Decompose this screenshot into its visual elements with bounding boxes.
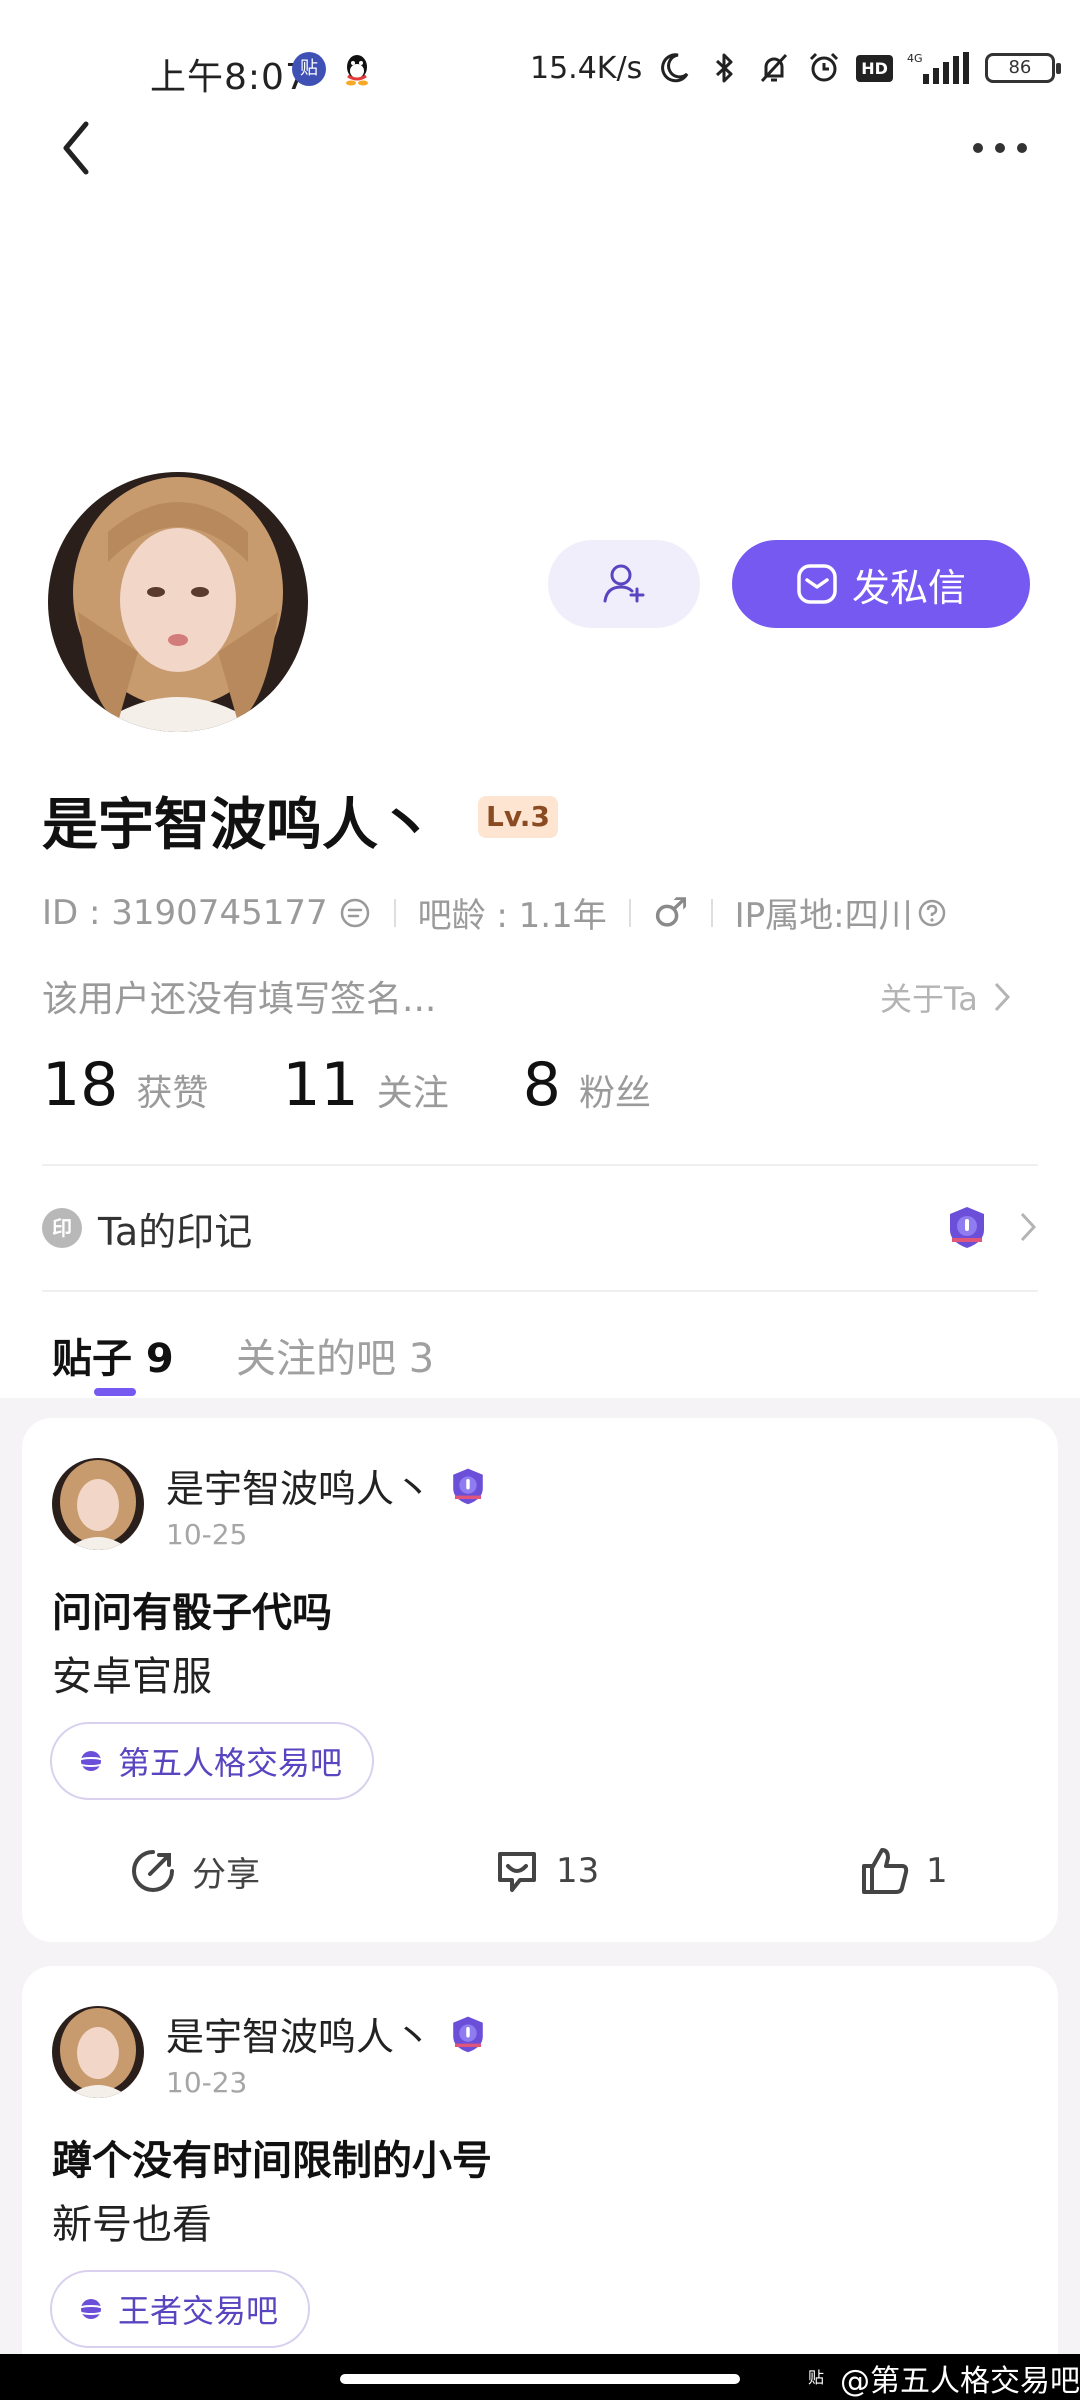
tieba-logo-icon: 贴	[800, 2362, 832, 2394]
comment-icon	[498, 1852, 536, 1892]
tab-posts[interactable]: 贴子 9	[52, 1326, 174, 1384]
tieba-notification-icon: 贴	[292, 52, 326, 86]
about-label: 关于Ta	[880, 980, 978, 1018]
ip-location: IP属地:四川	[734, 896, 913, 936]
post-author-name: 是宇智波鸣人丶	[166, 1467, 433, 1511]
comment-count: 13	[556, 1851, 600, 1891]
status-time: 上午8:07	[150, 57, 309, 98]
alarm-icon	[810, 52, 839, 82]
bluetooth-icon	[716, 53, 733, 83]
message-icon	[797, 564, 837, 604]
post-card[interactable]: 是宇智波鸣人丶 10-25 问问有骰子代吗 安卓官服 第五人格交易吧 分享 13…	[22, 1418, 1058, 1942]
likes-label: 获赞	[136, 1073, 209, 1114]
bar-age: 吧龄 : 1.1年	[417, 896, 607, 936]
status-right-cluster: 15.4K/s HD 4G 86	[530, 46, 1061, 90]
share-label: 分享	[192, 1854, 260, 1895]
post-card[interactable]: 是宇智波鸣人丶 10-23 蹲个没有时间限制的小号 新号也看 王者交易吧	[22, 1966, 1058, 2400]
stats-row: 18 获赞 11 关注 8 粉丝	[42, 1050, 725, 1120]
follow-button[interactable]	[548, 540, 700, 628]
profile-bio: 该用户还没有填写签名...	[42, 979, 437, 1020]
post-author[interactable]: 是宇智波鸣人丶	[166, 1458, 488, 1513]
meta-divider	[710, 898, 713, 927]
copy-id-icon[interactable]	[338, 896, 372, 930]
planet-icon	[76, 1751, 106, 1771]
send-message-label: 发私信	[851, 565, 966, 610]
more-options-icon[interactable]	[970, 130, 1030, 166]
following-label: 关注	[376, 1073, 449, 1114]
marks-row[interactable]: 印 Ta的印记	[42, 1196, 1038, 1260]
send-message-button[interactable]: 发私信	[732, 540, 1030, 628]
moon-icon	[661, 53, 689, 83]
forum-tag-label: 第五人格交易吧	[118, 1744, 343, 1782]
battery-icon: 86	[984, 53, 1061, 83]
badge-icon	[453, 1468, 483, 1504]
badge-icon	[950, 1207, 984, 1248]
post-title[interactable]: 问问有骰子代吗	[52, 1580, 332, 1638]
male-gender-icon: ♂	[652, 889, 689, 936]
marks-label: Ta的印记	[98, 1209, 253, 1254]
comment-button[interactable]: 13	[492, 1846, 599, 1896]
post-body[interactable]: 新号也看	[52, 2192, 212, 2250]
post-date: 10-23	[166, 2066, 248, 2099]
forum-tag[interactable]: 第五人格交易吧	[50, 1722, 375, 1800]
badge-icon	[453, 2016, 483, 2052]
post-author-name: 是宇智波鸣人丶	[166, 2015, 433, 2059]
post-author-avatar[interactable]	[52, 2006, 144, 2098]
like-count: 1	[926, 1851, 948, 1891]
post-actions: 分享 13 1	[22, 1836, 1058, 1906]
signal-icon: 4G	[907, 52, 969, 84]
level-badge: Lv.3	[478, 796, 558, 838]
marks-preview	[944, 1204, 1038, 1250]
following-count[interactable]: 11	[282, 1050, 358, 1120]
meta-divider	[628, 898, 631, 927]
share-icon	[132, 1850, 174, 1892]
add-friend-icon	[603, 564, 645, 603]
about-link[interactable]: 关于Ta	[880, 974, 1012, 1020]
likes-count[interactable]: 18	[42, 1050, 118, 1120]
network-speed: 15.4K/s	[530, 50, 643, 86]
followers-count[interactable]: 8	[523, 1050, 561, 1120]
hd-voice-icon: HD	[856, 54, 893, 82]
thumbs-up-icon	[862, 1848, 909, 1894]
section-divider	[42, 1290, 1038, 1292]
home-indicator[interactable]	[340, 2374, 740, 2384]
seal-icon: 印	[42, 1208, 82, 1248]
post-date: 10-25	[166, 1518, 248, 1551]
chevron-right-icon	[994, 982, 1010, 1012]
post-author-avatar[interactable]	[52, 1458, 144, 1550]
followers-label: 粉丝	[578, 1073, 651, 1114]
watermark: 贴 @第五人格交易吧	[800, 2356, 1080, 2400]
chevron-right-icon	[1020, 1212, 1037, 1242]
post-author[interactable]: 是宇智波鸣人丶	[166, 2006, 488, 2061]
mute-bell-icon	[761, 53, 788, 83]
forum-tag[interactable]: 王者交易吧	[50, 2270, 311, 2348]
profile-meta-row: ID : 3190745177 吧龄 : 1.1年 ♂ IP属地:四川	[42, 888, 947, 937]
like-button[interactable]: 1	[858, 1846, 948, 1896]
tab-followed-bars[interactable]: 关注的吧 3	[236, 1326, 434, 1384]
back-arrow-icon[interactable]	[58, 118, 98, 178]
post-body[interactable]: 安卓官服	[52, 1644, 212, 1702]
profile-name: 是宇智波鸣人丶	[42, 793, 434, 858]
meta-divider	[393, 898, 396, 927]
forum-tag-label: 王者交易吧	[118, 2292, 279, 2330]
help-icon[interactable]	[917, 898, 947, 928]
section-divider	[42, 1164, 1038, 1166]
qq-notification-icon	[346, 55, 368, 86]
active-tab-indicator	[94, 1388, 136, 1396]
share-button[interactable]: 分享	[128, 1846, 260, 1896]
watermark-text: @第五人格交易吧	[840, 2364, 1080, 2399]
signal-type-label: 4G	[907, 52, 923, 65]
profile-avatar[interactable]	[48, 472, 308, 732]
post-title[interactable]: 蹲个没有时间限制的小号	[52, 2128, 492, 2186]
planet-icon	[76, 2299, 106, 2319]
user-id: ID : 3190745177	[42, 892, 328, 933]
status-bar: 上午8:07 贴 15.4K/s HD 4G 86	[0, 0, 1080, 120]
